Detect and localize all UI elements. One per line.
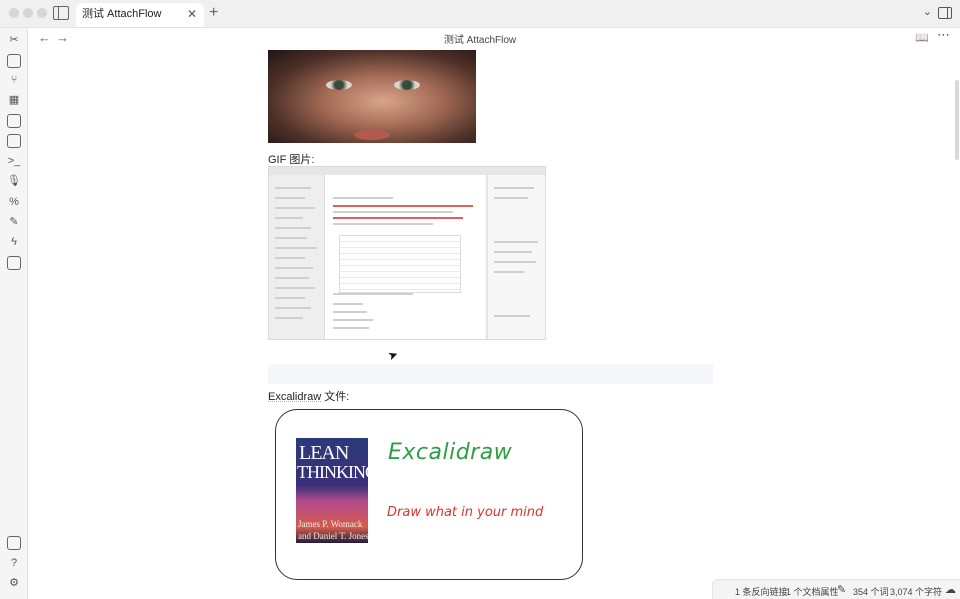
gif-sidebar-line xyxy=(275,207,315,209)
gif-editor-line xyxy=(333,311,367,313)
tab-title: 测试 AttachFlow xyxy=(82,8,162,20)
tab-close-icon[interactable]: ✕ xyxy=(187,3,197,25)
microphone-icon[interactable]: 🎙 xyxy=(7,174,21,188)
mouse-cursor-icon: ➤ xyxy=(385,346,401,364)
more-options-icon[interactable]: ⋯ xyxy=(937,27,950,43)
canvas-icon[interactable]: ▦ xyxy=(7,93,21,107)
image-eye-left xyxy=(326,80,352,90)
tab-list-chevron-icon[interactable]: ⌄ xyxy=(923,5,932,18)
gif-sidebar-line xyxy=(275,287,315,289)
gif-sidebar xyxy=(269,175,325,339)
gif-sidebar-line xyxy=(275,227,311,229)
book-title-line2: THINKING xyxy=(297,462,368,482)
title-bar: 测试 AttachFlow ✕ + ⌄ xyxy=(0,0,960,28)
bolt-icon[interactable]: ϟ xyxy=(7,235,21,249)
new-note-icon[interactable] xyxy=(7,54,21,68)
calendar-icon[interactable] xyxy=(7,114,21,128)
gif-editor-highlight xyxy=(333,205,473,207)
excalidraw-link[interactable]: Excalidraw xyxy=(268,391,321,403)
word-count: 354 个词 xyxy=(853,587,889,597)
edit-mode-icon[interactable]: ✎ xyxy=(837,583,846,596)
embedded-gif[interactable] xyxy=(268,166,546,340)
excalidraw-label: Excalidraw 文件: xyxy=(268,388,349,404)
gif-sidebar-line xyxy=(275,257,305,259)
gif-sidebar-line xyxy=(275,297,305,299)
gif-sidebar-line xyxy=(275,277,309,279)
status-bar: 1 条反向链接 1 个文档属性 ✎ 354 个词 3,074 个字符 ☁ xyxy=(712,579,960,599)
properties-count[interactable]: 1 个文档属性 xyxy=(786,585,839,598)
page-title: 测试 AttachFlow xyxy=(443,35,517,46)
gif-panel-line xyxy=(494,197,528,199)
gif-panel-line xyxy=(494,241,538,243)
draw-icon[interactable]: ✎ xyxy=(7,215,21,229)
window-close-button[interactable] xyxy=(9,8,19,18)
gif-editor-highlight xyxy=(333,217,463,219)
gif-panel-line xyxy=(494,271,524,273)
excalidraw-title: Excalidraw xyxy=(388,440,513,465)
graph-icon[interactable]: ⑂ xyxy=(7,73,21,87)
book-authors: James P. Womack and Daniel T. Jones xyxy=(298,519,368,541)
tab-active[interactable]: 测试 AttachFlow ✕ xyxy=(76,3,204,27)
gif-label: GIF 图片: xyxy=(268,154,315,166)
vault-icon[interactable] xyxy=(7,536,21,550)
gif-sidebar-line xyxy=(275,197,305,199)
gif-panel-line xyxy=(494,251,532,253)
book-cover-image: LEAN THINKING James P. Womack and Daniel… xyxy=(296,438,368,543)
image-lips xyxy=(354,130,390,140)
scrollbar-thumb[interactable] xyxy=(955,80,959,160)
gif-sidebar-line xyxy=(275,237,307,239)
sync-status-icon[interactable]: ☁ xyxy=(945,583,956,596)
gif-sidebar-line xyxy=(275,247,317,249)
gif-editor-line xyxy=(333,211,453,213)
gif-right-panel xyxy=(487,175,545,339)
gif-editor-line xyxy=(333,319,373,321)
percent-icon[interactable]: % xyxy=(7,195,21,209)
gif-sidebar-line xyxy=(275,317,303,319)
gif-editor-line xyxy=(333,293,413,295)
gif-panel-line xyxy=(494,315,530,317)
gif-editor-line xyxy=(333,303,363,305)
new-tab-icon[interactable]: + xyxy=(209,4,218,22)
character-count: 3,074 个字符 xyxy=(890,587,943,597)
gif-panel-line xyxy=(494,187,534,189)
gif-editor-line xyxy=(333,327,369,329)
gif-editor-line xyxy=(333,223,433,225)
window-minimize-button[interactable] xyxy=(23,8,33,18)
right-sidebar-toggle-icon[interactable] xyxy=(938,7,952,19)
empty-block[interactable] xyxy=(268,364,713,384)
left-ribbon: ✂ ⑂ ▦ >_ 🎙 % ✎ ϟ ? ⚙ xyxy=(0,28,28,599)
gif-titlebar xyxy=(269,167,545,175)
excalidraw-label-suffix: 文件: xyxy=(321,391,350,403)
left-sidebar-toggle-icon[interactable] xyxy=(53,6,69,20)
gif-sidebar-line xyxy=(275,307,311,309)
clipboard-icon[interactable] xyxy=(7,256,21,270)
templates-icon[interactable] xyxy=(7,134,21,148)
gif-sidebar-line xyxy=(275,217,303,219)
image-eye-right xyxy=(394,80,420,90)
gif-table xyxy=(339,235,461,293)
gif-editor-line xyxy=(333,197,393,199)
terminal-icon[interactable]: >_ xyxy=(7,154,21,168)
help-icon[interactable]: ? xyxy=(7,556,21,570)
settings-icon[interactable]: ⚙ xyxy=(7,576,21,590)
embedded-image[interactable] xyxy=(268,50,476,143)
gif-panel-line xyxy=(494,261,536,263)
excalidraw-tagline: Draw what in your mind xyxy=(387,505,544,520)
window-maximize-button[interactable] xyxy=(37,8,47,18)
backlinks-count[interactable]: 1 条反向链接 xyxy=(735,585,788,598)
gif-sidebar-line xyxy=(275,267,313,269)
reading-mode-icon[interactable]: 📖 xyxy=(915,31,929,44)
gif-sidebar-line xyxy=(275,187,311,189)
